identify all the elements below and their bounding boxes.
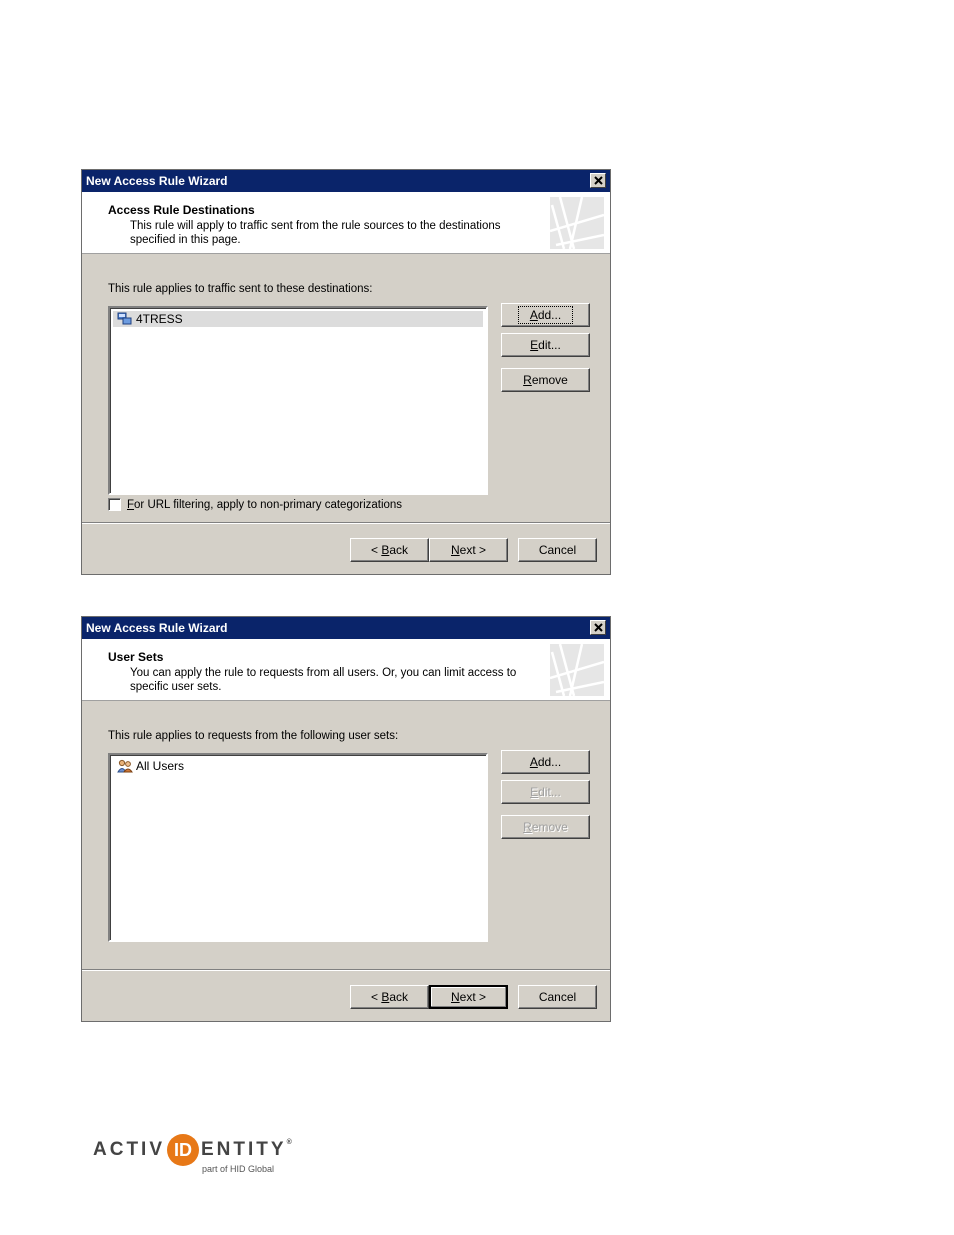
wizard-dialog-user-sets: New Access Rule Wizard User Sets You can… xyxy=(81,616,611,1022)
next-button[interactable]: Next > xyxy=(429,538,508,562)
close-icon xyxy=(594,176,603,185)
actividentity-logo: ACTIV ID ENTITY ® part of HID Global xyxy=(93,1134,303,1182)
page-description: This rule will apply to traffic sent fro… xyxy=(130,220,501,246)
page-title: User Sets xyxy=(108,650,164,664)
header-panel: Access Rule Destinations This rule will … xyxy=(82,192,610,254)
list-label: This rule applies to requests from the f… xyxy=(108,730,399,742)
brand-prefix: ACTIV xyxy=(93,1139,165,1160)
add-button[interactable]: Add... xyxy=(501,750,590,774)
brand-tagline: part of HID Global xyxy=(202,1164,275,1174)
close-button[interactable] xyxy=(590,173,606,188)
user-set-icon xyxy=(117,759,133,773)
back-button[interactable]: < Back xyxy=(350,538,429,562)
edit-button[interactable]: Edit... xyxy=(501,333,590,357)
cancel-button[interactable]: Cancel xyxy=(518,538,597,562)
user-sets-list[interactable]: All Users xyxy=(108,753,488,942)
edit-button: Edit... xyxy=(501,780,590,804)
wizard-header-graphic xyxy=(550,644,604,696)
wizard-dialog-destinations: New Access Rule Wizard Access Rule Desti… xyxy=(81,169,611,575)
next-button[interactable]: Next > xyxy=(429,985,508,1009)
registered-mark: ® xyxy=(286,1138,292,1146)
checkbox-label: For URL filtering, apply to non-primary … xyxy=(127,498,403,511)
brand-wordmark: ACTIV ID ENTITY ® xyxy=(93,1134,292,1166)
list-item[interactable]: All Users xyxy=(113,758,483,774)
wizard-header-graphic xyxy=(550,197,604,249)
list-item-label: All Users xyxy=(136,759,185,773)
page-title: Access Rule Destinations xyxy=(108,203,255,217)
title-bar: New Access Rule Wizard xyxy=(82,617,610,639)
separator xyxy=(82,522,610,524)
network-destination-icon xyxy=(117,312,132,325)
list-item[interactable]: 4TRESS xyxy=(113,311,483,327)
page-description: You can apply the rule to requests from … xyxy=(130,667,517,693)
remove-button: Remove xyxy=(501,815,590,839)
window-title: New Access Rule Wizard xyxy=(86,174,228,188)
list-item-label: 4TRESS xyxy=(136,312,183,326)
cancel-button[interactable]: Cancel xyxy=(518,985,597,1009)
back-button[interactable]: < Back xyxy=(350,985,429,1009)
title-bar: New Access Rule Wizard xyxy=(82,170,610,192)
remove-button[interactable]: Remove xyxy=(501,368,590,392)
brand-id-badge: ID xyxy=(167,1134,199,1166)
add-button[interactable]: Add... xyxy=(501,303,590,327)
destinations-list[interactable]: 4TRESS xyxy=(108,306,488,495)
close-button[interactable] xyxy=(590,620,606,635)
url-filtering-checkbox[interactable] xyxy=(108,498,121,511)
separator xyxy=(82,969,610,971)
list-label: This rule applies to traffic sent to the… xyxy=(108,283,373,295)
brand-suffix: ENTITY xyxy=(201,1139,287,1160)
header-panel: User Sets You can apply the rule to requ… xyxy=(82,639,610,701)
close-icon xyxy=(594,623,603,632)
url-filtering-option[interactable]: For URL filtering, apply to non-primary … xyxy=(108,498,402,511)
window-title: New Access Rule Wizard xyxy=(86,621,228,635)
